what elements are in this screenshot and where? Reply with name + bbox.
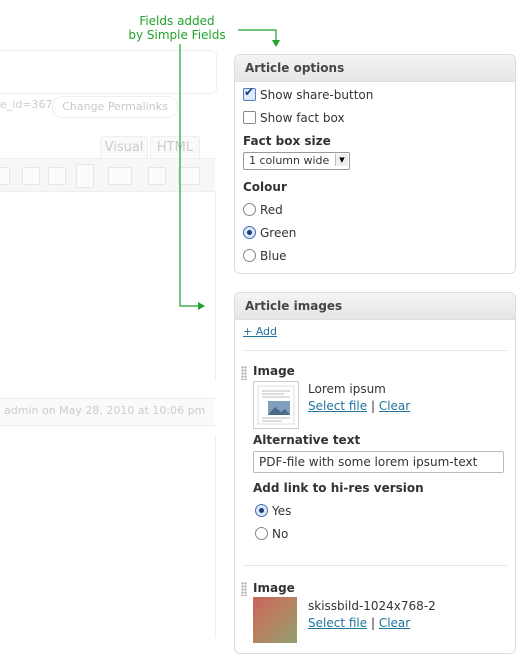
colour-blue-radio[interactable]: [243, 249, 256, 262]
image-thumbnail: [253, 597, 297, 643]
clear-file-link[interactable]: Clear: [379, 616, 410, 630]
hires-option-yes[interactable]: Yes: [255, 504, 291, 518]
add-image-link[interactable]: + Add: [243, 325, 277, 338]
show-fact-label: Show fact box: [260, 111, 345, 125]
article-images-title[interactable]: Article images: [235, 293, 515, 320]
divider: [243, 565, 507, 566]
arrowhead-right-icon: [198, 302, 205, 310]
add-image-link-wrap: + Add: [243, 325, 277, 338]
select-file-link[interactable]: Select file: [308, 399, 367, 413]
hires-no-radio[interactable]: [255, 527, 268, 540]
hires-no-label: No: [272, 527, 289, 541]
article-images-box: Article images + Add Image Lorem ipsum S…: [234, 292, 516, 654]
arrow-to-options: [238, 29, 277, 44]
arrow-to-images: [179, 44, 200, 307]
file-name: skissbild-1024x768-2: [308, 599, 436, 613]
action-divider: |: [370, 616, 375, 630]
image-label: Image: [253, 364, 295, 378]
colour-green-label: Green: [260, 226, 297, 240]
divider: [243, 350, 507, 351]
pdf-thumbnail: [253, 381, 299, 429]
image-label: Image: [253, 581, 295, 595]
show-fact-row[interactable]: Show fact box: [243, 111, 345, 125]
hires-option-no[interactable]: No: [255, 527, 288, 541]
drag-handle-icon[interactable]: [241, 582, 247, 596]
clear-file-link[interactable]: Clear: [379, 399, 410, 413]
article-options-title[interactable]: Article options: [235, 55, 515, 82]
action-divider: |: [370, 399, 375, 413]
hires-yes-label: Yes: [272, 504, 292, 518]
colour-option-red[interactable]: Red: [243, 203, 283, 217]
document-thumbnail-icon: [257, 385, 295, 425]
select-file-link[interactable]: Select file: [308, 616, 367, 630]
alt-text-label: Alternative text: [253, 433, 361, 447]
alt-text-input[interactable]: PDF-file with some lorem ipsum-text: [253, 451, 504, 473]
show-share-row[interactable]: Show share-button: [243, 85, 374, 102]
colour-red-label: Red: [260, 203, 283, 217]
colour-blue-label: Blue: [260, 249, 287, 263]
hires-yes-radio[interactable]: [255, 504, 268, 517]
file-actions: Select file | Clear: [308, 399, 410, 413]
colour-option-green[interactable]: Green: [243, 226, 296, 240]
fact-box-size-select[interactable]: 1 column wide ▼: [243, 152, 350, 170]
colour-green-radio[interactable]: [243, 226, 256, 239]
show-fact-checkbox[interactable]: [243, 111, 256, 124]
file-actions: Select file | Clear: [308, 616, 410, 630]
arrowhead-down-icon: [272, 40, 280, 47]
drag-handle-icon[interactable]: [241, 366, 247, 380]
hires-label: Add link to hi-res version: [253, 481, 424, 495]
article-options-box: Article options Show share-button Show f…: [234, 54, 516, 274]
colour-red-radio[interactable]: [243, 203, 256, 216]
show-share-checkbox[interactable]: [243, 85, 256, 101]
fact-box-size-label: Fact box size: [243, 134, 331, 148]
chevron-down-icon: ▼: [335, 154, 348, 166]
show-share-label: Show share-button: [260, 88, 374, 102]
colour-option-blue[interactable]: Blue: [243, 249, 287, 263]
fact-box-size-wrap: 1 column wide ▼: [243, 152, 350, 170]
fact-box-size-value: 1 column wide: [249, 154, 330, 167]
file-name: Lorem ipsum: [308, 382, 386, 396]
colour-label: Colour: [243, 180, 287, 194]
